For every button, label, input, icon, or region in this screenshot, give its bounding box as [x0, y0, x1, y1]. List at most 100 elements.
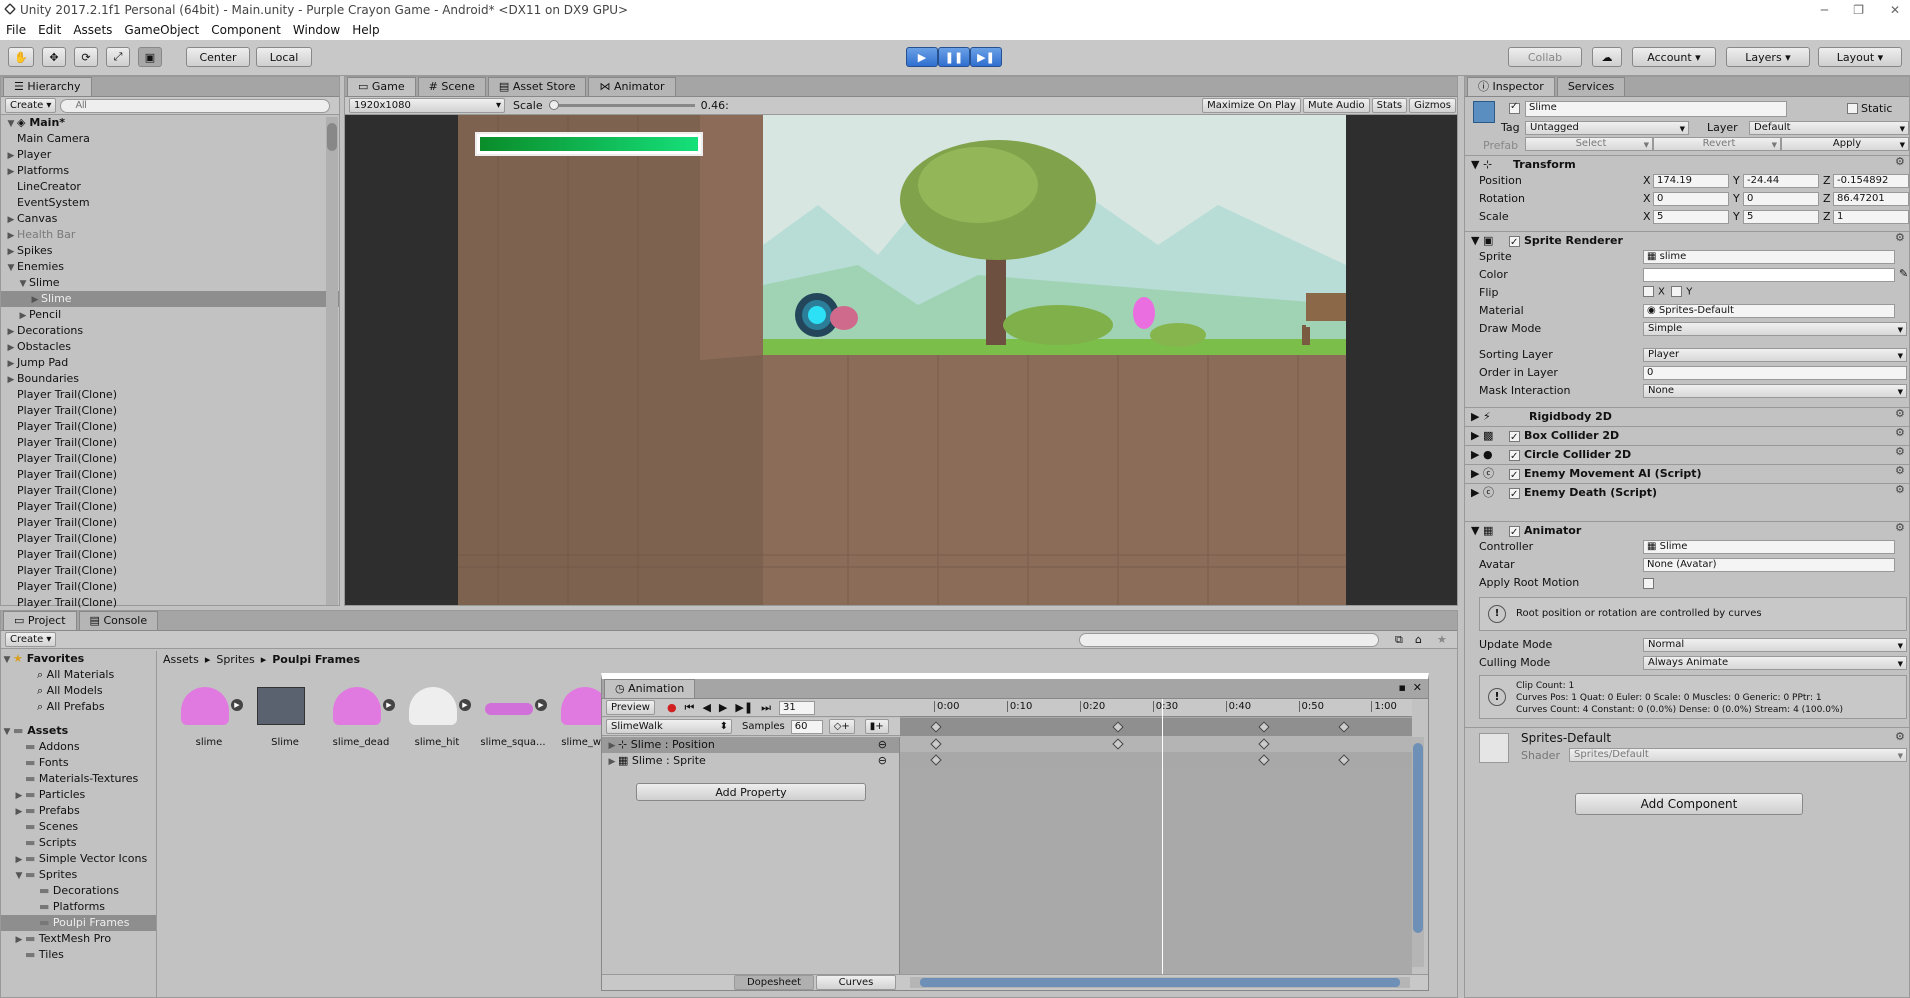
color-swatch[interactable]	[1643, 268, 1895, 282]
expand-arrow-icon[interactable]: ▶	[17, 308, 29, 324]
object-name-field[interactable]: Slime	[1525, 101, 1787, 117]
hierarchy-search-input[interactable]	[60, 98, 331, 113]
tab-animator[interactable]: ⋈ Animator	[588, 77, 676, 96]
layout-dropdown[interactable]: Layout ▾	[1818, 47, 1902, 67]
hand-tool-button[interactable]: ✋	[8, 47, 34, 67]
expand-arrow-icon[interactable]: ▼	[5, 260, 17, 276]
game-canvas[interactable]	[458, 115, 1346, 605]
minimize-button[interactable]: ─	[1821, 0, 1828, 20]
component-enabled-checkbox[interactable]	[1509, 486, 1520, 503]
gear-icon[interactable]: ⚙	[1895, 484, 1907, 496]
folder-item[interactable]: ▬ Addons	[1, 739, 156, 755]
position-z-field[interactable]: -0.154892	[1833, 174, 1909, 188]
hierarchy-item[interactable]: Player Trail(Clone)	[1, 515, 339, 531]
draw-mode-dropdown[interactable]: Simple	[1643, 322, 1907, 336]
sorting-layer-dropdown[interactable]: Player	[1643, 348, 1907, 362]
hierarchy-item[interactable]: Main Camera	[1, 131, 339, 147]
culling-mode-dropdown[interactable]: Always Animate	[1643, 656, 1907, 670]
position-y-field[interactable]: -24.44	[1743, 174, 1819, 188]
axis-y-label[interactable]: Y	[1733, 192, 1740, 205]
favorite-item[interactable]: ⌕ All Prefabs	[1, 699, 156, 715]
preview-button[interactable]: Preview	[606, 700, 655, 715]
expand-arrow-icon[interactable]: ▶	[13, 852, 25, 868]
prev-keyframe-icon[interactable]: ◀	[702, 701, 710, 714]
folder-item[interactable]: ▶ ▬ Simple Vector Icons	[1, 851, 156, 867]
flip-x-checkbox[interactable]	[1643, 286, 1654, 297]
menu-assets[interactable]: Assets	[67, 20, 118, 40]
folder-item[interactable]: ▬ Materials-Textures	[1, 771, 156, 787]
hierarchy-item[interactable]: ▶ Platforms	[1, 163, 339, 179]
timeline[interactable]: 0:00 0:10 0:20 0:30 0:40 0:50 1:00	[900, 699, 1412, 985]
component-enabled-checkbox[interactable]	[1509, 467, 1520, 484]
collab-button[interactable]: Collab	[1508, 47, 1582, 67]
hierarchy-item[interactable]: Player Trail(Clone)	[1, 563, 339, 579]
filter-label-icon[interactable]: ⌂	[1415, 633, 1422, 646]
expand-sprite-icon[interactable]: ▶	[383, 699, 395, 711]
hierarchy-item[interactable]: Player Trail(Clone)	[1, 467, 339, 483]
breadcrumb-assets[interactable]: Assets	[163, 653, 199, 666]
hierarchy-item[interactable]: ▼ Slime	[1, 275, 339, 291]
expand-arrow-icon[interactable]: ▶	[606, 738, 618, 754]
folder-item[interactable]: ▶ ▬ Prefabs	[1, 803, 156, 819]
expand-arrow-icon[interactable]: ▶	[5, 212, 17, 228]
resolution-dropdown[interactable]: 1920x1080 ▾	[349, 98, 505, 113]
pivot-center-button[interactable]: Center	[186, 47, 250, 67]
component-header[interactable]: ▶ ⚡ Rigidbody 2D ⚙	[1465, 407, 1909, 425]
component-header[interactable]: ▶ ⓒ Enemy Movement AI (Script) ⚙	[1465, 464, 1909, 484]
axis-z-label[interactable]: Z	[1823, 174, 1831, 187]
tab-scene[interactable]: # Scene	[417, 77, 486, 96]
component-enabled-checkbox[interactable]	[1509, 448, 1520, 465]
project-create-button[interactable]: Create ▾	[5, 632, 57, 647]
tab-inspector[interactable]: ⓘ Inspector	[1467, 77, 1555, 96]
expand-arrow-icon[interactable]: ▶	[13, 788, 25, 804]
eyedropper-icon[interactable]: ✎	[1899, 267, 1908, 280]
position-x-field[interactable]: 174.19	[1653, 174, 1729, 188]
property-row-position[interactable]: ▶ ⊹ Slime : Position ⊖	[602, 737, 899, 753]
folder-item[interactable]: ▬ Fonts	[1, 755, 156, 771]
asset-item[interactable]: ▶ slime_hit	[401, 681, 473, 761]
expand-arrow-icon[interactable]: ▶	[5, 228, 17, 244]
asset-item[interactable]: ▶ slime_squa...	[477, 681, 549, 761]
hierarchy-item[interactable]: Player Trail(Clone)	[1, 419, 339, 435]
maximize-button[interactable]: ❐	[1853, 0, 1864, 20]
component-header[interactable]: ▶ ▩ Box Collider 2D ⚙	[1465, 426, 1909, 446]
tab-project[interactable]: ▭ Project	[3, 611, 77, 630]
asset-item[interactable]: ▶ slime	[173, 681, 245, 761]
breadcrumb-sprites[interactable]: Sprites	[216, 653, 254, 666]
scale-slider[interactable]	[548, 100, 695, 110]
material-field[interactable]: ◉ Sprites-Default	[1643, 304, 1895, 318]
playhead[interactable]	[1162, 699, 1163, 985]
rotate-tool-button[interactable]: ⟳	[74, 47, 98, 67]
folder-item[interactable]: ▬ Decorations	[1, 883, 156, 899]
gizmos-dropdown[interactable]: Gizmos	[1409, 98, 1456, 113]
asset-item[interactable]: ▶slime_wa...	[553, 681, 603, 761]
play-anim-icon[interactable]: ▶	[719, 701, 727, 714]
first-keyframe-icon[interactable]: ⏮	[685, 701, 695, 715]
add-property-button[interactable]: Add Property	[636, 783, 866, 801]
remove-property-icon[interactable]: ⊖	[878, 753, 887, 769]
hierarchy-item[interactable]: EventSystem	[1, 195, 339, 211]
hierarchy-item[interactable]: ▶ Obstacles	[1, 339, 339, 355]
tab-animation[interactable]: ◷ Animation	[604, 679, 696, 698]
axis-z-label[interactable]: Z	[1823, 210, 1831, 223]
mute-audio-button[interactable]: Mute Audio	[1302, 98, 1370, 113]
static-checkbox[interactable]	[1847, 103, 1858, 114]
gear-icon[interactable]: ⚙	[1895, 156, 1907, 168]
expand-sprite-icon[interactable]: ▶	[459, 699, 471, 711]
controller-field[interactable]: ▦ Slime	[1643, 540, 1895, 554]
hierarchy-item[interactable]: ▶ Spikes	[1, 243, 339, 259]
space-local-button[interactable]: Local	[256, 47, 312, 67]
axis-z-label[interactable]: Z	[1823, 192, 1831, 205]
cloud-button[interactable]: ☁	[1592, 47, 1622, 67]
hierarchy-item[interactable]: Player Trail(Clone)	[1, 595, 339, 611]
next-keyframe-icon[interactable]: ▶❚	[735, 701, 753, 714]
animator-header[interactable]: ▼ ▦ Animator ⚙	[1465, 521, 1909, 541]
gear-icon[interactable]: ⚙	[1895, 731, 1907, 743]
hierarchy-item[interactable]: ▶ Pencil	[1, 307, 339, 323]
expand-arrow-icon[interactable]: ▶	[13, 804, 25, 820]
clip-dropdown[interactable]: SlimeWalk ⬍	[606, 719, 732, 734]
hierarchy-item[interactable]: ▶ Player	[1, 147, 339, 163]
sprite-field[interactable]: ▦ slime	[1643, 250, 1895, 264]
hierarchy-item[interactable]: ▼ Enemies	[1, 259, 339, 275]
gear-icon[interactable]: ⚙	[1895, 427, 1907, 439]
